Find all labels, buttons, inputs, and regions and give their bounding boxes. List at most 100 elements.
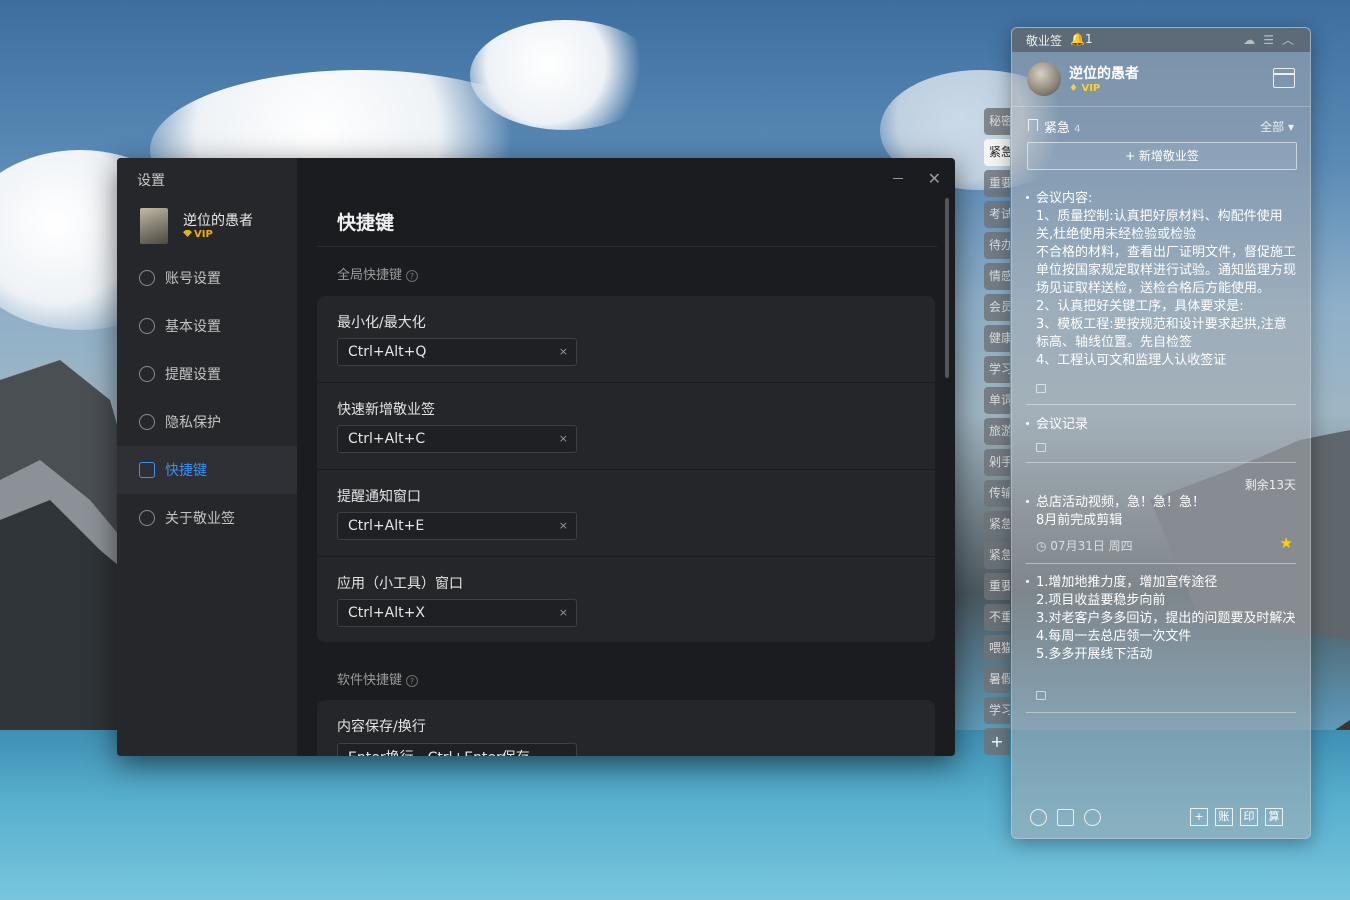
user-name: 逆位的愚者	[1069, 66, 1139, 82]
scrollbar[interactable]	[945, 198, 949, 378]
tab-category[interactable]: 会员	[984, 294, 1010, 321]
shortcut-input[interactable]: Ctrl+Alt+C ×	[337, 425, 577, 453]
print-button[interactable]: 印	[1240, 808, 1258, 826]
menu-item-privacy[interactable]: 隐私保护	[117, 398, 297, 446]
vip-badge: VIP	[183, 229, 213, 240]
menu-item-basic[interactable]: 基本设置	[117, 302, 297, 350]
note-text: 会议记录	[1036, 417, 1089, 432]
menu-icon[interactable]: ☰	[1263, 33, 1282, 47]
clear-icon[interactable]: ×	[559, 606, 568, 619]
clear-icon[interactable]: ×	[559, 345, 568, 358]
tab-category[interactable]: 喂猫	[984, 635, 1010, 662]
notes-header: 敬业签 🔔 1 ☁☰︿	[1012, 28, 1310, 52]
minimize-button[interactable]	[893, 178, 903, 179]
shortcut-label: 应用（小工具）窗口	[337, 576, 463, 592]
notification-count: 1	[1085, 32, 1093, 46]
tab-category[interactable]: 健康	[984, 325, 1010, 352]
collapse-icon[interactable]: ︿	[1282, 33, 1302, 47]
close-button[interactable]: ✕	[928, 169, 941, 188]
tab-category[interactable]: 学习	[984, 697, 1010, 724]
clock-icon[interactable]	[1030, 809, 1047, 826]
help-icon[interactable]: ?	[406, 674, 419, 687]
filter-dropdown[interactable]: 全部 ▾	[1260, 118, 1294, 135]
shortcut-input[interactable]: Ctrl+Alt+X ×	[337, 599, 577, 627]
account-button[interactable]: 账	[1215, 808, 1233, 826]
note-divider	[1026, 563, 1296, 564]
menu-label: 提醒设置	[165, 367, 221, 383]
vip-badge: ♦ VIP	[1069, 83, 1100, 94]
tab-category[interactable]: 紧急	[984, 542, 1010, 569]
tab-category[interactable]: 剁手	[984, 449, 1010, 476]
settings-sidebar: 设置 逆位的愚者 VIP 账号设置 基本设置 提醒设置 隐私保护 快捷键 关于敬…	[117, 158, 297, 756]
shortcut-value: Ctrl+Alt+Q	[348, 344, 427, 360]
bookmark-icon	[1028, 119, 1038, 131]
note-divider	[1026, 462, 1296, 463]
note-item[interactable]: 总店活动视频，急！急！急！ 8月前完成剪辑	[1026, 494, 1296, 530]
menu-item-shortcuts[interactable]: 快捷键	[117, 446, 297, 494]
tab-category[interactable]: 传输	[984, 480, 1010, 507]
bullet	[1026, 422, 1029, 425]
clear-icon[interactable]: ×	[559, 519, 568, 532]
menu-label: 隐私保护	[165, 415, 221, 431]
tab-category[interactable]: 考试	[984, 201, 1010, 228]
vip-label: VIP	[194, 229, 213, 240]
note-item[interactable]: 1.增加地推力度，增加宣传途径 2.项目收益要稳步向前 3.对老客户多多回访，提…	[1026, 574, 1296, 700]
search-icon[interactable]	[1084, 809, 1101, 826]
diamond-icon	[183, 230, 192, 237]
tab-category[interactable]: 秘密	[984, 108, 1010, 135]
tab-category[interactable]: 紧急	[984, 511, 1010, 538]
tab-category[interactable]: 暑假	[984, 666, 1010, 693]
tab-category-active[interactable]: 紧急	[984, 139, 1010, 166]
clock-icon: ◷	[1036, 539, 1051, 553]
group-label-text: 软件快捷键	[337, 673, 403, 688]
help-icon[interactable]: ?	[406, 269, 419, 282]
settings-content: ✕ 快捷键 全局快捷键? 最小化/最大化 Ctrl+Alt+Q × 快速新增敬业签…	[297, 158, 955, 756]
note-text: 会议内容: 1、质量控制:认真把好原材料、构配件使用关,杜绝使用未经检验或检验 …	[1036, 191, 1296, 368]
lock-icon	[1036, 384, 1046, 393]
clear-icon[interactable]: ×	[559, 432, 568, 445]
add-category-button[interactable]: +	[984, 728, 1010, 755]
tab-category[interactable]: 单词	[984, 387, 1010, 414]
note-item[interactable]: 会议记录	[1026, 416, 1296, 452]
gear-icon	[139, 318, 155, 334]
bell-icon[interactable]: 🔔	[1070, 32, 1085, 46]
avatar	[140, 208, 168, 244]
shortcut-input[interactable]: Ctrl+Alt+Q ×	[337, 338, 577, 366]
avatar[interactable]	[1027, 62, 1061, 96]
tab-category[interactable]: 重要	[984, 573, 1010, 600]
note-divider	[1026, 404, 1296, 405]
category-name: 紧急	[1044, 121, 1071, 136]
add-button[interactable]: +	[1190, 808, 1208, 826]
tab-category[interactable]: 待办	[984, 232, 1010, 259]
user-icon	[139, 270, 155, 286]
calendar-check-icon[interactable]	[1057, 809, 1074, 826]
calculate-button[interactable]: 算	[1265, 808, 1283, 826]
category-title: 紧急 4	[1044, 117, 1081, 136]
calendar-icon[interactable]	[1273, 68, 1295, 88]
shortcut-input[interactable]: Enter换行，Ctrl+Enter保存	[337, 743, 577, 756]
shortcut-label: 最小化/最大化	[337, 315, 426, 331]
menu-item-about[interactable]: 关于敬业签	[117, 494, 297, 542]
menu-item-account[interactable]: 账号设置	[117, 254, 297, 302]
tab-category[interactable]: 旅游	[984, 418, 1010, 445]
bullet	[1026, 196, 1029, 199]
shortcut-label: 内容保存/换行	[337, 719, 426, 735]
star-icon[interactable]: ★	[1280, 534, 1293, 552]
window-title: 设置	[137, 173, 165, 189]
tab-category[interactable]: 重要	[984, 170, 1010, 197]
tab-category[interactable]: 情感	[984, 263, 1010, 290]
tab-category[interactable]: 学习	[984, 356, 1010, 383]
category-count: 4	[1074, 124, 1081, 135]
add-note-button[interactable]: + 新增敬业签	[1027, 142, 1297, 170]
tab-category[interactable]: 不重	[984, 604, 1010, 631]
menu-item-reminder[interactable]: 提醒设置	[117, 350, 297, 398]
shield-icon	[139, 414, 155, 430]
info-icon	[139, 510, 155, 526]
header-controls: ☁☰︿	[1243, 31, 1302, 48]
shortcut-input[interactable]: Ctrl+Alt+E ×	[337, 512, 577, 540]
keyboard-icon	[139, 462, 155, 478]
settings-window: 设置 逆位的愚者 VIP 账号设置 基本设置 提醒设置 隐私保护 快捷键 关于敬…	[117, 158, 955, 756]
notes-footer: + 账 印 算	[1012, 794, 1310, 838]
note-item[interactable]: 会议内容: 1、质量控制:认真把好原材料、构配件使用关,杜绝使用未经检验或检验 …	[1026, 190, 1296, 393]
cloud-sync-icon[interactable]: ☁	[1243, 33, 1263, 47]
